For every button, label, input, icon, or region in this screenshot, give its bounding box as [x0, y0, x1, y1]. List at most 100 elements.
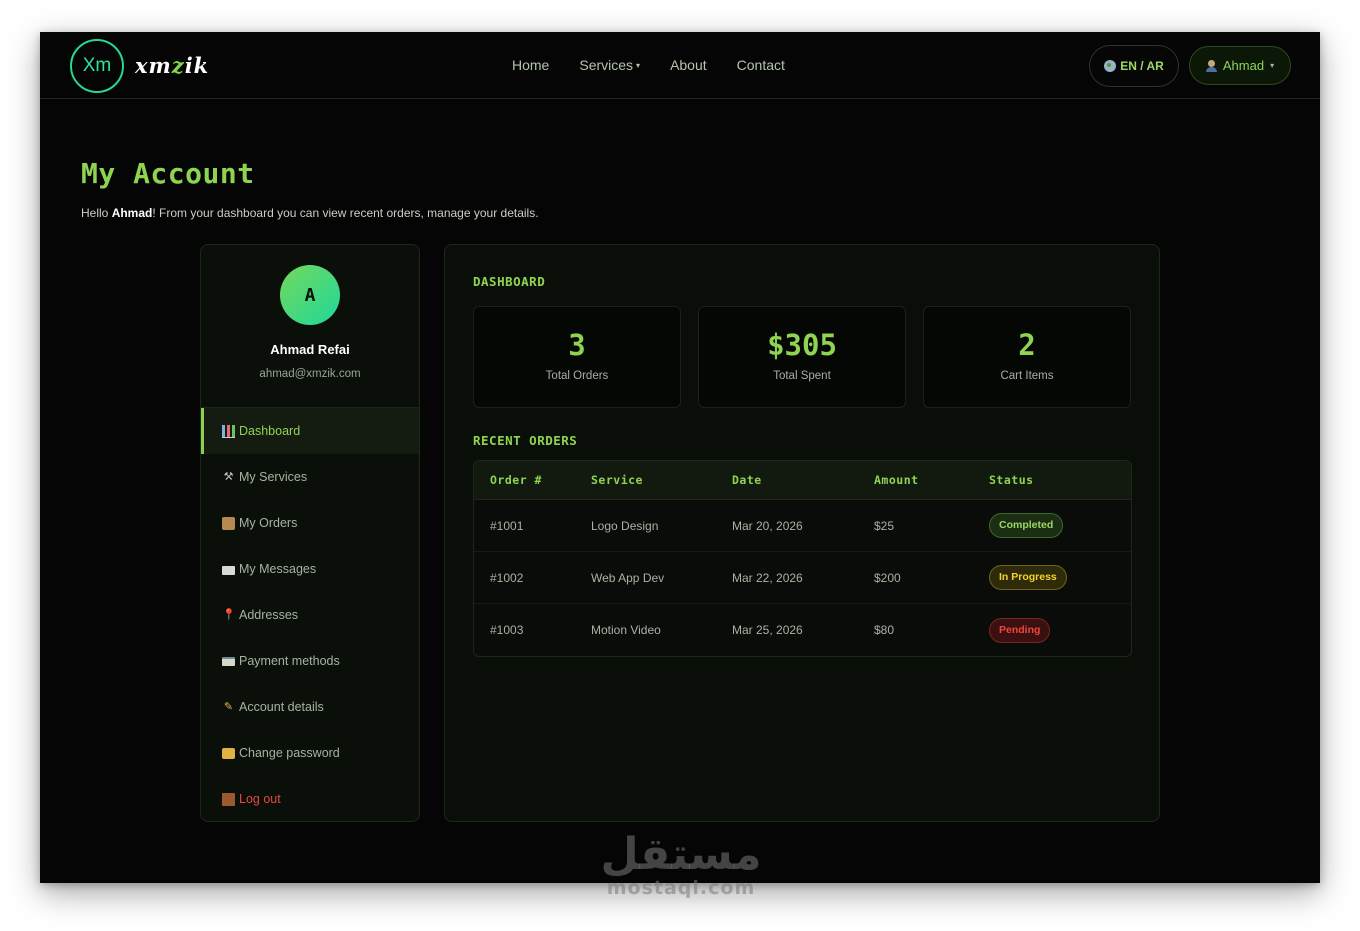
- cell-amount: $80: [874, 623, 895, 637]
- sidebar-item-label: My Messages: [239, 562, 317, 576]
- stat-label: Cart Items: [1000, 370, 1054, 382]
- sidebar-item-label: Payment methods: [239, 654, 340, 668]
- sidebar-item-account-details[interactable]: ✎ Account details: [201, 684, 419, 730]
- column-header-service: Service: [591, 473, 643, 487]
- user-menu-label: Ahmad: [1222, 58, 1265, 73]
- logo-text-accent: z: [171, 53, 185, 78]
- avatar: A: [280, 265, 340, 325]
- dashboard-heading: DASHBOARD: [473, 274, 546, 289]
- sidebar-item-my-messages[interactable]: My Messages: [201, 546, 419, 592]
- sidebar-item-label: Dashboard: [239, 424, 301, 438]
- dashboard-panel: DASHBOARD 3 Total Orders $305 Total Spen…: [444, 244, 1160, 822]
- cell-order: #1001: [490, 518, 524, 533]
- globe-icon: [1104, 60, 1117, 72]
- nav-home[interactable]: Home: [512, 57, 549, 73]
- sidebar-item-label: Addresses: [239, 608, 299, 622]
- main-nav: Home Services ▾ About Contact: [512, 57, 815, 73]
- sidebar-item-my-services[interactable]: ⚒ My Services: [201, 454, 419, 500]
- sidebar-item-label: My Orders: [239, 516, 298, 530]
- language-toggle-button[interactable]: EN / AR: [1089, 45, 1179, 87]
- sidebar-item-label: Change password: [239, 746, 340, 760]
- stat-value: 2: [1018, 328, 1036, 362]
- stat-card-cart-items: 2 Cart Items: [923, 306, 1131, 408]
- chevron-down-icon: ▾: [1270, 61, 1275, 70]
- status-badge: Pending: [989, 617, 1051, 643]
- logo-text-part: ik: [184, 53, 210, 78]
- cell-service: Motion Video: [591, 623, 661, 637]
- stat-label: Total Spent: [773, 370, 831, 382]
- recent-orders-table: Order # Service Date Amount Status #1001…: [473, 460, 1132, 657]
- cell-status: Pending: [989, 617, 1129, 643]
- cell-date: Mar 25, 2026: [732, 623, 803, 637]
- stat-card-total-spent: $305 Total Spent: [698, 306, 906, 408]
- table-header: Order # Service Date Amount Status: [474, 461, 1131, 500]
- greeting-suffix: ! From your dashboard you can view recen…: [152, 206, 539, 220]
- sidebar-item-label: Account details: [239, 700, 324, 714]
- sidebar-item-addresses[interactable]: 📍 Addresses: [201, 592, 419, 638]
- stat-value: $305: [767, 328, 837, 362]
- cell-order: #1003: [490, 623, 524, 637]
- greeting-prefix: Hello: [81, 206, 112, 220]
- sidebar-item-logout[interactable]: Log out: [201, 776, 419, 821]
- sidebar-item-dashboard[interactable]: Dashboard: [201, 408, 419, 454]
- nav-about[interactable]: About: [670, 57, 707, 73]
- watermark-latin: mostaql.com: [606, 877, 756, 899]
- chevron-down-icon: ▾: [636, 61, 641, 70]
- sidebar-item-payment-methods[interactable]: Payment methods: [201, 638, 419, 684]
- cell-amount: $200: [874, 570, 901, 585]
- logo-wordmark[interactable]: xmzik: [135, 53, 209, 78]
- mostaql-watermark: مستقل mostaql.com: [596, 829, 766, 899]
- logo-text-part: xm: [135, 53, 172, 78]
- stat-card-total-orders: 3 Total Orders: [473, 306, 681, 408]
- account-sidebar: A Ahmad Refai ahmad@xmzik.com Dashboard …: [200, 244, 420, 822]
- nav-contact[interactable]: Contact: [737, 57, 785, 73]
- sidebar-item-my-orders[interactable]: My Orders: [201, 500, 419, 546]
- profile-email: ahmad@xmzik.com: [259, 368, 361, 380]
- envelope-icon: [222, 565, 235, 575]
- status-badge: In Progress: [989, 565, 1067, 590]
- table-row[interactable]: #1003 Motion Video Mar 25, 2026 $80 Pend…: [474, 604, 1131, 656]
- cell-status: In Progress: [989, 565, 1129, 590]
- tools-icon: ⚒: [223, 470, 234, 483]
- column-header-status: Status: [989, 473, 1034, 487]
- recent-orders-heading: RECENT ORDERS: [473, 433, 578, 448]
- profile-name: Ahmad Refai: [270, 342, 350, 357]
- chart-icon: [222, 424, 235, 438]
- cell-date: Mar 20, 2026: [732, 518, 803, 533]
- top-navbar: Xm xmzik Home Services ▾ About Contact EN…: [40, 32, 1320, 99]
- table-row[interactable]: #1001 Logo Design Mar 20, 2026 $25 Compl…: [474, 500, 1131, 552]
- cell-order: #1002: [490, 570, 524, 585]
- sidebar-item-label: My Services: [239, 470, 308, 484]
- pencil-icon: ✎: [223, 700, 234, 713]
- user-icon: [1205, 59, 1217, 72]
- nav-services-label: Services: [579, 57, 634, 73]
- cell-service: Web App Dev: [591, 570, 665, 585]
- pin-icon: 📍: [222, 608, 236, 621]
- package-icon: [222, 516, 235, 530]
- stat-label: Total Orders: [545, 370, 609, 382]
- sidebar-item-change-password[interactable]: Change password: [201, 730, 419, 776]
- user-menu-button[interactable]: Ahmad ▾: [1189, 46, 1291, 85]
- table-row[interactable]: #1002 Web App Dev Mar 22, 2026 $200 In P…: [474, 552, 1131, 604]
- door-icon: [222, 792, 235, 806]
- status-badge: Completed: [989, 513, 1064, 538]
- column-header-amount: Amount: [874, 473, 919, 487]
- cell-status: Completed: [989, 513, 1129, 538]
- watermark-arabic: مستقل: [600, 829, 762, 880]
- column-header-order: Order #: [490, 473, 542, 487]
- stat-value: 3: [568, 328, 586, 362]
- page-title: My Account: [81, 157, 255, 190]
- card-icon: [222, 656, 235, 666]
- lock-icon: [222, 747, 235, 759]
- column-header-date: Date: [732, 473, 762, 487]
- greeting-text: Hello Ahmad! From your dashboard you can…: [81, 206, 539, 220]
- nav-services[interactable]: Services ▾: [579, 57, 640, 73]
- greeting-username: Ahmad: [111, 206, 153, 220]
- sidebar-menu: Dashboard ⚒ My Services My Orders My Mes…: [201, 407, 419, 821]
- language-label: EN / AR: [1120, 59, 1164, 73]
- cell-service: Logo Design: [591, 518, 659, 533]
- logo-mark[interactable]: Xm: [70, 39, 124, 93]
- cell-amount: $25: [874, 518, 895, 533]
- sidebar-item-label: Log out: [239, 792, 281, 806]
- cell-date: Mar 22, 2026: [732, 570, 803, 585]
